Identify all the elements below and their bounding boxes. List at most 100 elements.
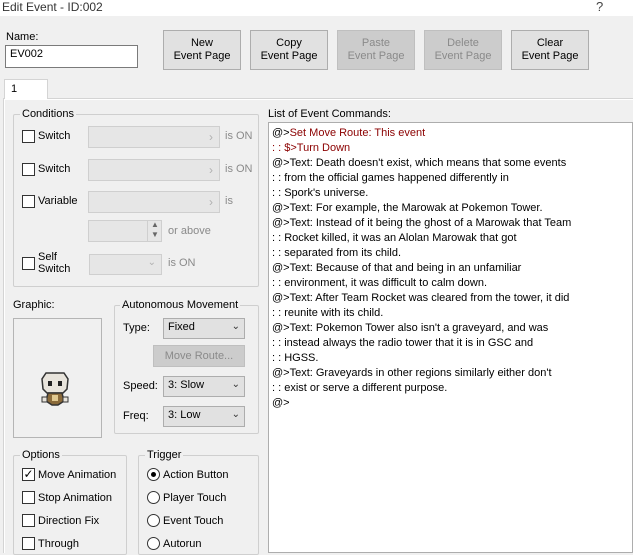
paste-event-page-label-2: Event Page bbox=[347, 50, 405, 62]
self-switch-suffix: is ON bbox=[168, 257, 196, 269]
event-touch-radio[interactable] bbox=[147, 514, 160, 527]
command-line[interactable]: @>Text: Because of that and being in an … bbox=[272, 262, 521, 274]
chevron-right-icon: › bbox=[209, 130, 213, 144]
spinner-down-icon[interactable]: ▼ bbox=[151, 230, 159, 239]
command-line[interactable]: @>Set Move Route: This event bbox=[272, 127, 425, 139]
move-route-button[interactable]: Move Route... bbox=[153, 345, 245, 367]
type-label: Type: bbox=[123, 322, 150, 334]
paste-event-page-button[interactable]: Paste Event Page bbox=[337, 30, 415, 70]
direction-fix-label: Direction Fix bbox=[38, 515, 100, 527]
command-line[interactable]: : : instead always the radio tower that … bbox=[272, 337, 533, 349]
direction-fix-checkbox[interactable] bbox=[22, 514, 35, 527]
event-commands-list[interactable]: @>Set Move Route: This event : : $>Turn … bbox=[268, 122, 633, 553]
copy-event-page-button[interactable]: Copy Event Page bbox=[250, 30, 328, 70]
tab-page-1[interactable]: 1 bbox=[4, 79, 48, 100]
speed-value: 3: Slow bbox=[168, 379, 205, 391]
clear-event-page-label-1: Clear bbox=[536, 37, 564, 49]
graphic-title: Graphic: bbox=[13, 299, 55, 311]
conditions-title: Conditions bbox=[20, 108, 76, 120]
autonomous-movement-title: Autonomous Movement bbox=[120, 299, 241, 311]
radio-selected-dot bbox=[151, 472, 156, 477]
spinner-up-icon[interactable]: ▲ bbox=[151, 220, 159, 229]
command-prefix: @> bbox=[272, 127, 290, 139]
command-line[interactable]: @>Text: After Team Rocket was cleared fr… bbox=[272, 292, 569, 304]
help-button[interactable]: ? bbox=[596, 0, 603, 14]
command-line[interactable]: @>Text: Pokemon Tower also isn't a grave… bbox=[272, 322, 548, 334]
switch1-checkbox[interactable] bbox=[22, 130, 35, 143]
variable-label: Variable bbox=[38, 195, 78, 207]
chevron-right-icon: › bbox=[209, 163, 213, 177]
chevron-down-icon: ⌄ bbox=[231, 409, 240, 420]
autorun-label: Autorun bbox=[163, 538, 202, 550]
options-title: Options bbox=[20, 449, 62, 461]
copy-event-page-label-2: Event Page bbox=[260, 50, 318, 62]
variable-value-spinner[interactable]: ▲ ▼ bbox=[88, 220, 162, 242]
through-checkbox[interactable] bbox=[22, 537, 35, 550]
switch1-label: Switch bbox=[38, 130, 71, 142]
event-commands-title: List of Event Commands: bbox=[268, 108, 391, 120]
switch2-field[interactable]: › bbox=[88, 159, 220, 181]
autorun-radio[interactable] bbox=[147, 537, 160, 550]
command-line[interactable]: @>Text: Death doesn't exist, which means… bbox=[272, 157, 566, 169]
action-button-label: Action Button bbox=[163, 469, 229, 481]
self-switch-label-1: Self bbox=[38, 251, 57, 263]
variable-checkbox[interactable] bbox=[22, 195, 35, 208]
command-line[interactable]: : : exist or serve a different purpose. bbox=[272, 382, 447, 394]
self-switch-checkbox[interactable] bbox=[22, 257, 35, 270]
delete-event-page-button[interactable]: Delete Event Page bbox=[424, 30, 502, 70]
command-line[interactable]: : : reunite with its child. bbox=[272, 307, 383, 319]
check-icon: ✓ bbox=[23, 467, 34, 481]
switch2-label: Switch bbox=[38, 163, 71, 175]
move-route-label: Move Route... bbox=[164, 349, 234, 362]
trigger-title: Trigger bbox=[145, 449, 184, 461]
delete-event-page-label-2: Event Page bbox=[434, 50, 492, 62]
command-line[interactable]: : : from the official games happened dif… bbox=[272, 172, 509, 184]
command-line[interactable]: : : Rocket killed, it was an Alolan Maro… bbox=[272, 232, 517, 244]
command-line[interactable]: @> bbox=[272, 397, 290, 409]
graphic-preview[interactable] bbox=[13, 318, 102, 438]
new-event-page-label-2: Event Page bbox=[173, 50, 231, 62]
command-line[interactable]: : : Spork's universe. bbox=[272, 187, 368, 199]
command-line[interactable]: @>Text: Graveyards in other regions simi… bbox=[272, 367, 552, 379]
new-event-page-label-1: New bbox=[190, 37, 213, 49]
command-line[interactable]: @>Text: For example, the Marowak at Poke… bbox=[272, 202, 543, 214]
variable-field[interactable]: › bbox=[88, 191, 220, 213]
chevron-down-icon: ⌄ bbox=[231, 321, 240, 332]
window-title: Edit Event - ID:002 bbox=[2, 0, 103, 14]
through-label: Through bbox=[38, 538, 79, 550]
action-button-radio[interactable] bbox=[147, 468, 160, 481]
type-value: Fixed bbox=[168, 321, 195, 333]
command-line[interactable]: @>Text: Instead of it being the ghost of… bbox=[272, 217, 571, 229]
command-line[interactable]: : : HGSS. bbox=[272, 352, 318, 364]
type-select[interactable]: Fixed ⌄ bbox=[163, 318, 245, 339]
freq-label: Freq: bbox=[123, 410, 149, 422]
self-switch-select[interactable]: ⌄ bbox=[89, 254, 162, 275]
move-animation-checkbox[interactable]: ✓ bbox=[22, 468, 35, 481]
chevron-right-icon: › bbox=[209, 195, 213, 209]
player-touch-label: Player Touch bbox=[163, 492, 227, 504]
copy-event-page-label-1: Copy bbox=[276, 37, 302, 49]
chevron-down-icon: ⌄ bbox=[231, 379, 240, 390]
switch2-checkbox[interactable] bbox=[22, 163, 35, 176]
stop-animation-label: Stop Animation bbox=[38, 492, 112, 504]
switch1-field[interactable]: › bbox=[88, 126, 220, 148]
command-line[interactable]: : : separated from its child. bbox=[272, 247, 401, 259]
clear-event-page-button[interactable]: Clear Event Page bbox=[511, 30, 589, 70]
stop-animation-checkbox[interactable] bbox=[22, 491, 35, 504]
self-switch-label-2: Switch bbox=[38, 263, 71, 275]
new-event-page-button[interactable]: New Event Page bbox=[163, 30, 241, 70]
name-input[interactable]: EV002 bbox=[5, 45, 138, 68]
delete-event-page-label-1: Delete bbox=[447, 37, 479, 49]
event-touch-label: Event Touch bbox=[163, 515, 224, 527]
name-label: Name: bbox=[6, 31, 39, 43]
player-touch-radio[interactable] bbox=[147, 491, 160, 504]
command-line[interactable]: : : environment, it was difficult to cal… bbox=[272, 277, 487, 289]
switch1-suffix: is ON bbox=[225, 130, 253, 142]
spinner-buttons[interactable]: ▲ ▼ bbox=[147, 220, 161, 241]
speed-select[interactable]: 3: Slow ⌄ bbox=[163, 376, 245, 397]
paste-event-page-label-1: Paste bbox=[361, 37, 391, 49]
freq-select[interactable]: 3: Low ⌄ bbox=[163, 406, 245, 427]
command-text: Set Move Route: This event bbox=[289, 127, 426, 139]
command-line[interactable]: : : $>Turn Down bbox=[272, 142, 350, 154]
variable-suffix: is bbox=[225, 195, 233, 207]
